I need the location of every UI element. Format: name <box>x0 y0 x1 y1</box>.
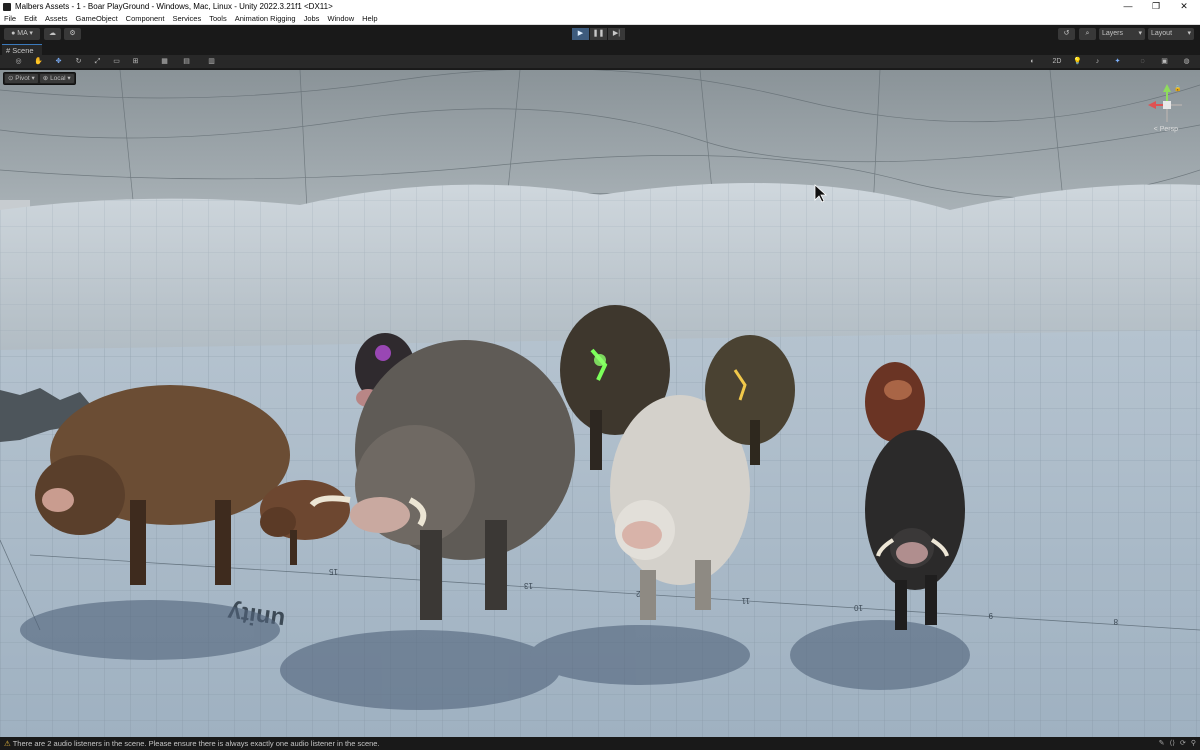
grid-number: 9 <box>988 611 993 620</box>
scene-viewport[interactable]: unity 15 14 13 12 11 10 9 8 <box>0 70 1200 737</box>
gizmo-toggle-icon[interactable]: ▥ <box>205 57 218 67</box>
menu-bar: File Edit Assets GameObject Component Se… <box>0 13 1200 25</box>
undo-history-icon[interactable]: ↺ <box>1058 28 1075 40</box>
minimize-button[interactable]: — <box>1114 0 1142 13</box>
effects-toggle-icon[interactable]: ✦ <box>1111 57 1124 67</box>
local-icon: ⊕ <box>42 75 49 82</box>
scene-toolbar: ◎ ✋ ✥ ↻ ⤢ ▭ ⊞ ▦ ▤ ▥ ◐ 2D 💡 ♪ ✦ ◌ ▣ ◍ <box>0 55 1200 69</box>
code-icon[interactable]: ⟨⟩ <box>1170 737 1175 750</box>
gizmos-dropdown-icon[interactable]: ◍ <box>1180 57 1193 67</box>
camera-settings-icon[interactable]: ▣ <box>1158 57 1171 67</box>
2d-toggle-button[interactable]: 2D <box>1049 57 1065 67</box>
play-controls: ▶ ❚❚ ▶| <box>572 28 625 40</box>
scene-render: unity 15 14 13 12 11 10 9 8 <box>0 70 1200 737</box>
scene-tab-icon: # <box>6 46 11 55</box>
play-button[interactable]: ▶ <box>572 28 589 40</box>
menu-services[interactable]: Services <box>168 14 205 23</box>
search-icon[interactable]: ⌕ <box>1079 28 1096 40</box>
menu-window[interactable]: Window <box>323 14 358 23</box>
grid-number: 10 <box>854 603 863 612</box>
unity-logo-icon <box>3 2 11 11</box>
step-button[interactable]: ▶| <box>608 28 625 40</box>
account-icon: ● <box>11 30 16 37</box>
sync-icon[interactable]: ⟳ <box>1180 737 1186 750</box>
chevron-down-icon: ▾ <box>1138 30 1142 37</box>
pivot-dropdown[interactable]: ⊙ Pivot ▾ <box>5 74 38 83</box>
menu-gameobject[interactable]: GameObject <box>72 14 122 23</box>
grid-number: 13 <box>524 581 533 590</box>
layers-label: Layers <box>1102 30 1124 37</box>
hidden-objects-icon[interactable]: ◌ <box>1136 57 1149 67</box>
menu-edit[interactable]: Edit <box>20 14 41 23</box>
debug-icon[interactable]: ✎ <box>1159 737 1165 750</box>
rect-tool-icon[interactable]: ▭ <box>110 57 123 67</box>
perspective-label[interactable]: < Persp <box>1154 126 1178 133</box>
lighting-toggle-icon[interactable]: 💡 <box>1071 57 1084 67</box>
view-tool-icon[interactable]: ◎ <box>12 57 25 67</box>
transform-tool-icon[interactable]: ⊞ <box>129 57 142 67</box>
menu-component[interactable]: Component <box>122 14 169 23</box>
grid-number: 15 <box>329 567 338 576</box>
status-message[interactable]: There are 2 audio listeners in the scene… <box>13 739 380 748</box>
scene-tab-label: Scene <box>12 46 34 55</box>
pause-button[interactable]: ❚❚ <box>590 28 607 40</box>
chevron-down-icon: ▾ <box>1187 30 1191 37</box>
snap-increment-icon[interactable]: ▤ <box>180 57 193 67</box>
grid-snap-icon[interactable]: ▦ <box>158 57 171 67</box>
maximize-button[interactable]: ❐ <box>1142 0 1170 13</box>
move-tool-icon[interactable]: ✥ <box>52 57 65 67</box>
local-label: Local <box>50 75 66 82</box>
status-icons: ✎ ⟨⟩ ⟳ ⚲ <box>1159 737 1196 750</box>
menu-help[interactable]: Help <box>358 14 381 23</box>
tool-handle-overlay: ⊙ Pivot ▾ ⊕ Local ▾ <box>3 72 76 85</box>
scale-tool-icon[interactable]: ⤢ <box>91 57 104 67</box>
tab-bar: # Scene <box>0 43 1200 55</box>
menu-file[interactable]: File <box>0 14 20 23</box>
boar-red-small[interactable] <box>865 362 925 442</box>
rotate-tool-icon[interactable]: ↻ <box>72 57 85 67</box>
warning-icon: ⚠ <box>4 739 11 748</box>
pivot-label: Pivot <box>15 75 30 82</box>
local-dropdown[interactable]: ⊕ Local ▾ <box>39 74 74 83</box>
settings-gear-icon[interactable]: ⚙ <box>64 28 81 40</box>
grid-number: 11 <box>741 596 750 605</box>
menu-jobs[interactable]: Jobs <box>300 14 324 23</box>
window-titlebar: Malbers Assets - 1 - Boar PlayGround - W… <box>0 0 1200 13</box>
status-bar: ⚠ There are 2 audio listeners in the sce… <box>0 737 1200 750</box>
close-button[interactable]: ✕ <box>1170 0 1198 13</box>
cloud-icon[interactable]: ☁ <box>44 28 61 40</box>
audio-toggle-icon[interactable]: ♪ <box>1091 57 1104 67</box>
account-label: MA <box>17 30 28 37</box>
window-title: Malbers Assets - 1 - Boar PlayGround - W… <box>15 2 333 11</box>
tab-scene[interactable]: # Scene <box>2 44 42 55</box>
layers-dropdown[interactable]: Layers ▾ <box>1099 28 1145 40</box>
pivot-icon: ⊙ <box>8 75 14 82</box>
layout-dropdown[interactable]: Layout ▾ <box>1148 28 1194 40</box>
grid-number: 8 <box>1113 617 1118 626</box>
main-toolbar: ● MA ▾ ☁ ⚙ ▶ ❚❚ ▶| ↺ ⌕ Layers ▾ Layout ▾ <box>0 25 1200 43</box>
layout-label: Layout <box>1151 30 1173 37</box>
account-dropdown[interactable]: ● MA ▾ <box>4 28 40 40</box>
menu-animation-rigging[interactable]: Animation Rigging <box>231 14 300 23</box>
draw-mode-icon[interactable]: ◐ <box>1026 57 1039 67</box>
hand-tool-icon[interactable]: ✋ <box>32 57 45 67</box>
notifications-icon[interactable]: ⚲ <box>1191 737 1196 750</box>
menu-tools[interactable]: Tools <box>205 14 231 23</box>
svg-text:🔒: 🔒 <box>1174 84 1181 92</box>
menu-assets[interactable]: Assets <box>41 14 72 23</box>
